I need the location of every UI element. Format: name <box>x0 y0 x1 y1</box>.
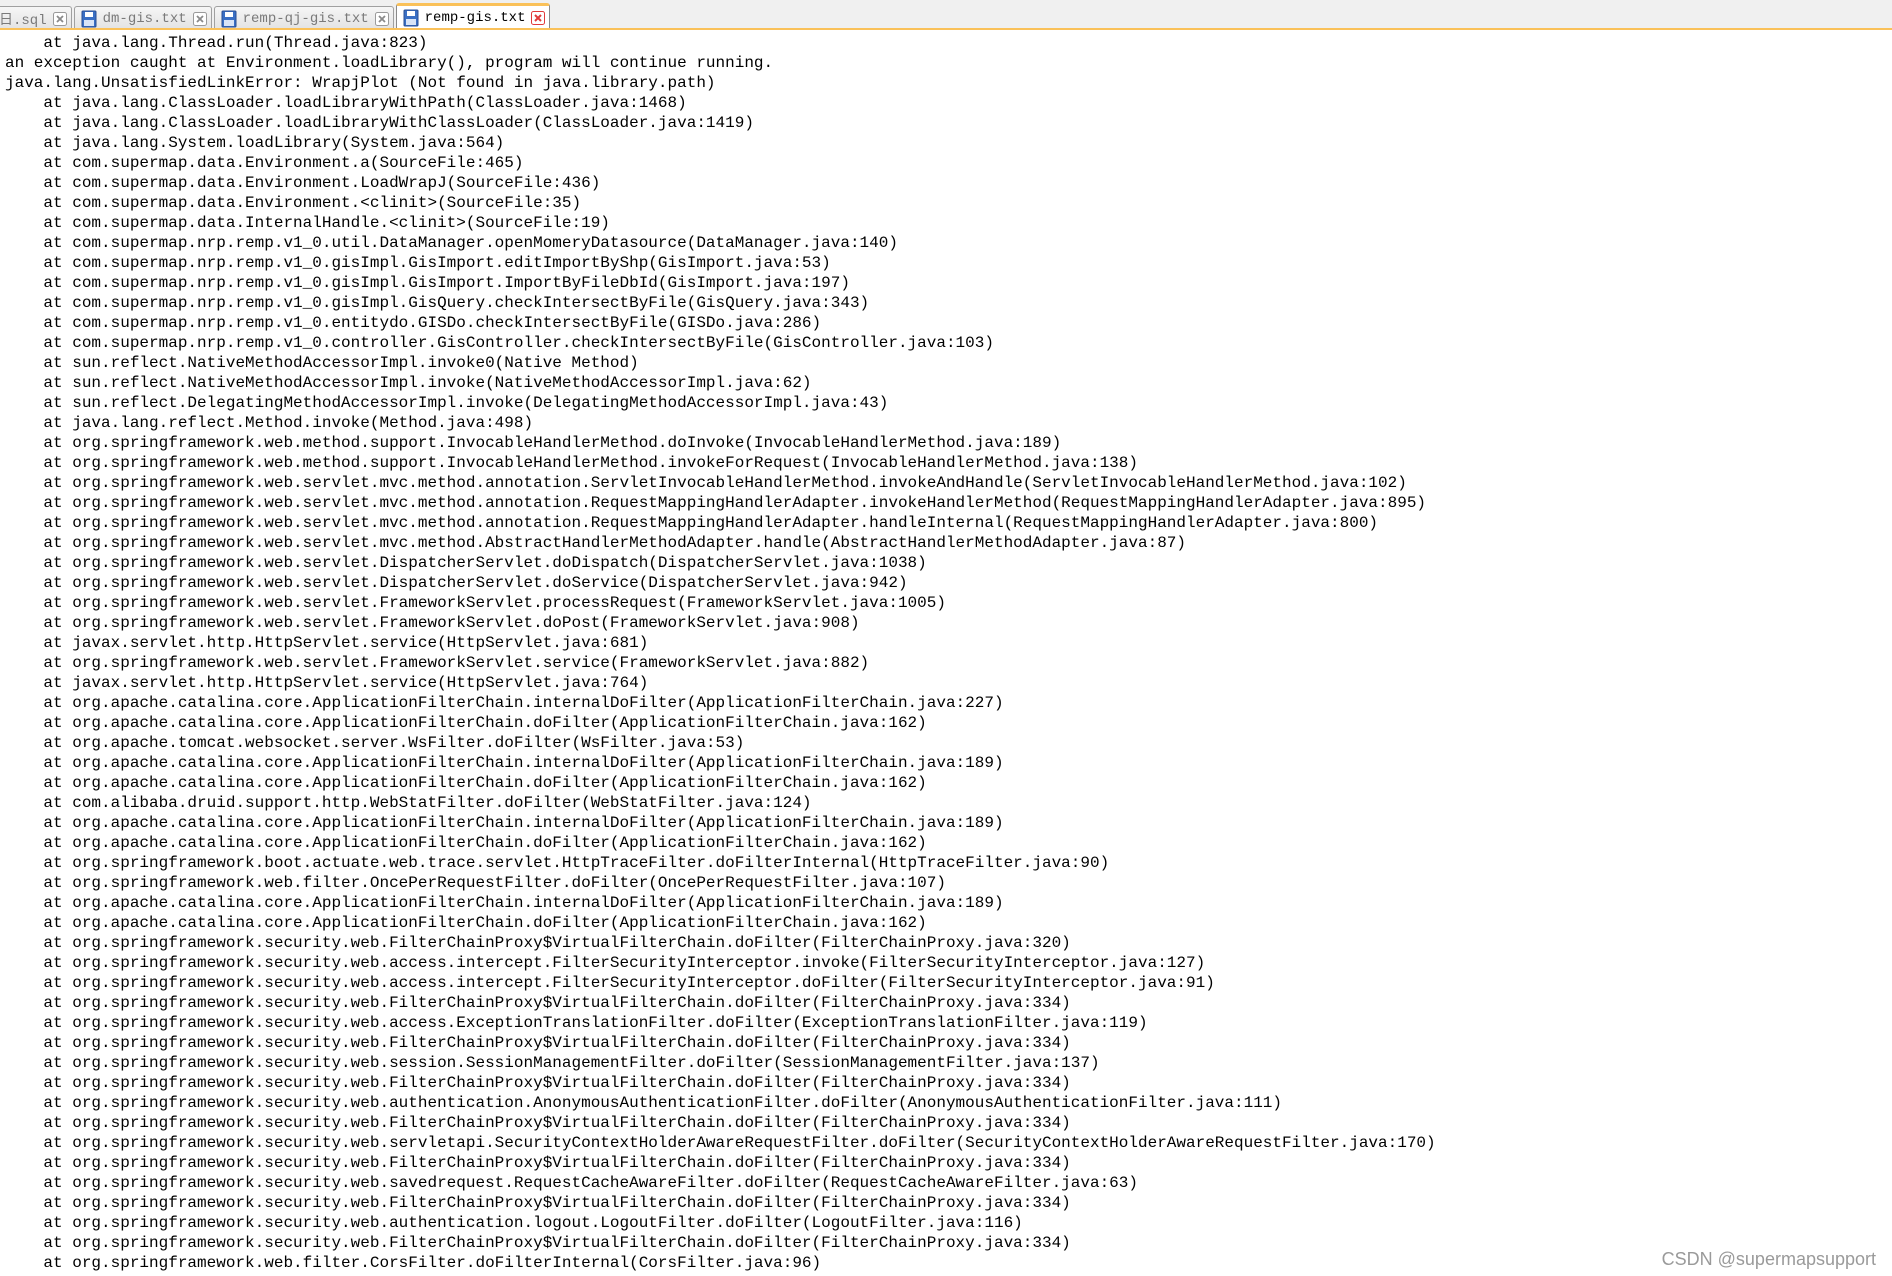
editor-line: at com.supermap.nrp.remp.v1_0.gisImpl.Gi… <box>5 274 850 292</box>
editor-line: at org.springframework.web.servlet.Frame… <box>5 654 870 672</box>
save-file-icon <box>221 10 237 28</box>
editor-line: at org.springframework.security.web.acce… <box>5 974 1215 992</box>
editor-line: at org.apache.tomcat.websocket.server.Ws… <box>5 734 745 752</box>
editor-line: at org.apache.catalina.core.ApplicationF… <box>5 894 1004 912</box>
editor-line: at java.lang.reflect.Method.invoke(Metho… <box>5 414 534 432</box>
editor-line: at org.springframework.web.servlet.Frame… <box>5 594 946 612</box>
editor-line: at org.springframework.boot.actuate.web.… <box>5 854 1110 872</box>
editor-line: at sun.reflect.NativeMethodAccessorImpl.… <box>5 374 812 392</box>
editor-line: at org.springframework.security.web.acce… <box>5 954 1206 972</box>
tab-remp-qj-gis[interactable]: remp-qj-gis.txt <box>213 6 394 28</box>
editor-line: at com.supermap.nrp.remp.v1_0.entitydo.G… <box>5 314 822 332</box>
editor-line: at com.supermap.data.Environment.LoadWra… <box>5 174 601 192</box>
editor-line: at org.springframework.web.filter.OncePe… <box>5 874 946 892</box>
editor-line: at org.springframework.security.web.serv… <box>5 1134 1436 1152</box>
editor-line: at org.springframework.web.method.suppor… <box>5 434 1062 452</box>
editor-line: at org.springframework.security.web.auth… <box>5 1214 1023 1232</box>
editor-line: at org.springframework.web.servlet.Frame… <box>5 614 860 632</box>
tab-strip: 日.sql dm-gis.txt remp-qj-gis.txt remp-gi… <box>0 2 552 29</box>
watermark: CSDN @supermapsupport <box>1661 1249 1876 1269</box>
editor-line: at com.supermap.data.InternalHandle.<cli… <box>5 214 610 232</box>
tab-label: 日.sql <box>0 12 47 29</box>
editor-line: at org.springframework.security.web.Filt… <box>5 1074 1071 1092</box>
editor-line: at org.apache.catalina.core.ApplicationF… <box>5 814 1004 832</box>
editor-line: at org.springframework.security.web.Filt… <box>5 1114 1071 1132</box>
editor-line: at java.lang.ClassLoader.loadLibraryWith… <box>5 114 754 132</box>
editor-line: at org.springframework.security.web.auth… <box>5 1094 1283 1112</box>
editor-line: at java.lang.Thread.run(Thread.java:823) <box>5 34 428 52</box>
editor-line: at com.supermap.nrp.remp.v1_0.gisImpl.Gi… <box>5 254 831 272</box>
editor-line: at org.springframework.web.servlet.mvc.m… <box>5 514 1379 532</box>
editor-line: at sun.reflect.DelegatingMethodAccessorI… <box>5 394 889 412</box>
editor-line: at org.springframework.web.servlet.mvc.m… <box>5 494 1427 512</box>
editor-line: at org.apache.catalina.core.ApplicationF… <box>5 694 1004 712</box>
editor-line: at org.springframework.web.servlet.mvc.m… <box>5 474 1407 492</box>
editor-line: at java.lang.ClassLoader.loadLibraryWith… <box>5 94 687 112</box>
editor-line: at java.lang.System.loadLibrary(System.j… <box>5 134 505 152</box>
editor-line: at org.springframework.web.servlet.Dispa… <box>5 554 927 572</box>
editor-line: an exception caught at Environment.loadL… <box>5 54 774 72</box>
close-icon[interactable] <box>531 11 546 25</box>
editor-line: at org.springframework.web.servlet.mvc.m… <box>5 534 1186 552</box>
editor-line: at org.apache.catalina.core.ApplicationF… <box>5 754 1004 772</box>
editor-line: at org.springframework.security.web.acce… <box>5 1014 1148 1032</box>
editor-line: at org.springframework.web.method.suppor… <box>5 454 1138 472</box>
editor-line: at org.apache.catalina.core.ApplicationF… <box>5 834 927 852</box>
close-icon[interactable] <box>52 11 67 26</box>
editor-line: at org.springframework.security.web.Filt… <box>5 1154 1071 1172</box>
editor-line: at com.supermap.data.Environment.<clinit… <box>5 194 582 212</box>
editor-line: at com.supermap.data.Environment.a(Sourc… <box>5 154 524 172</box>
text-editor[interactable]: at java.lang.Thread.run(Thread.java:823)… <box>0 30 1892 1276</box>
tab-label: remp-gis.txt <box>424 10 526 26</box>
close-icon[interactable] <box>192 11 207 26</box>
tab-remp-gis[interactable]: remp-gis.txt <box>395 3 551 28</box>
editor-line: at sun.reflect.NativeMethodAccessorImpl.… <box>5 354 639 372</box>
editor-line: at org.springframework.web.filter.CorsFi… <box>5 1254 822 1272</box>
editor-line: at org.apache.catalina.core.ApplicationF… <box>5 714 927 732</box>
editor-line: java.lang.UnsatisfiedLinkError: WrapjPlo… <box>5 74 716 92</box>
editor-line: at com.alibaba.druid.support.http.WebSta… <box>5 794 812 812</box>
editor-line: at org.springframework.security.web.sess… <box>5 1054 1100 1072</box>
tab-bar: 日.sql dm-gis.txt remp-qj-gis.txt remp-gi… <box>0 0 1892 30</box>
editor-line: at org.springframework.security.web.Filt… <box>5 934 1071 952</box>
tab-label: dm-gis.txt <box>102 10 187 27</box>
tab-label: remp-qj-gis.txt <box>242 10 369 27</box>
editor-line: at org.springframework.security.web.Filt… <box>5 1194 1071 1212</box>
save-file-icon <box>81 10 97 28</box>
editor-line: at com.supermap.nrp.remp.v1_0.util.DataM… <box>5 234 898 252</box>
editor-line: at com.supermap.nrp.remp.v1_0.gisImpl.Gi… <box>5 294 870 312</box>
tab-dm-gis[interactable]: dm-gis.txt <box>73 6 212 28</box>
editor-line: at javax.servlet.http.HttpServlet.servic… <box>5 634 649 652</box>
close-icon[interactable] <box>374 11 389 26</box>
editor-line: at org.apache.catalina.core.ApplicationF… <box>5 774 927 792</box>
editor-line: at org.springframework.security.web.Filt… <box>5 1234 1071 1252</box>
save-file-icon <box>403 9 419 27</box>
editor-line: at org.springframework.security.web.Filt… <box>5 994 1071 1012</box>
editor-line: at com.supermap.nrp.remp.v1_0.controller… <box>5 334 994 352</box>
tab-sql-file[interactable]: 日.sql <box>0 6 72 29</box>
editor-lines: at java.lang.Thread.run(Thread.java:823)… <box>5 33 1436 1273</box>
editor-line: at javax.servlet.http.HttpServlet.servic… <box>5 674 649 692</box>
editor-line: at org.apache.catalina.core.ApplicationF… <box>5 914 927 932</box>
editor-line: at org.springframework.security.web.Filt… <box>5 1034 1071 1052</box>
editor-line: at org.springframework.web.servlet.Dispa… <box>5 574 908 592</box>
editor-line: at org.springframework.security.web.save… <box>5 1174 1138 1192</box>
